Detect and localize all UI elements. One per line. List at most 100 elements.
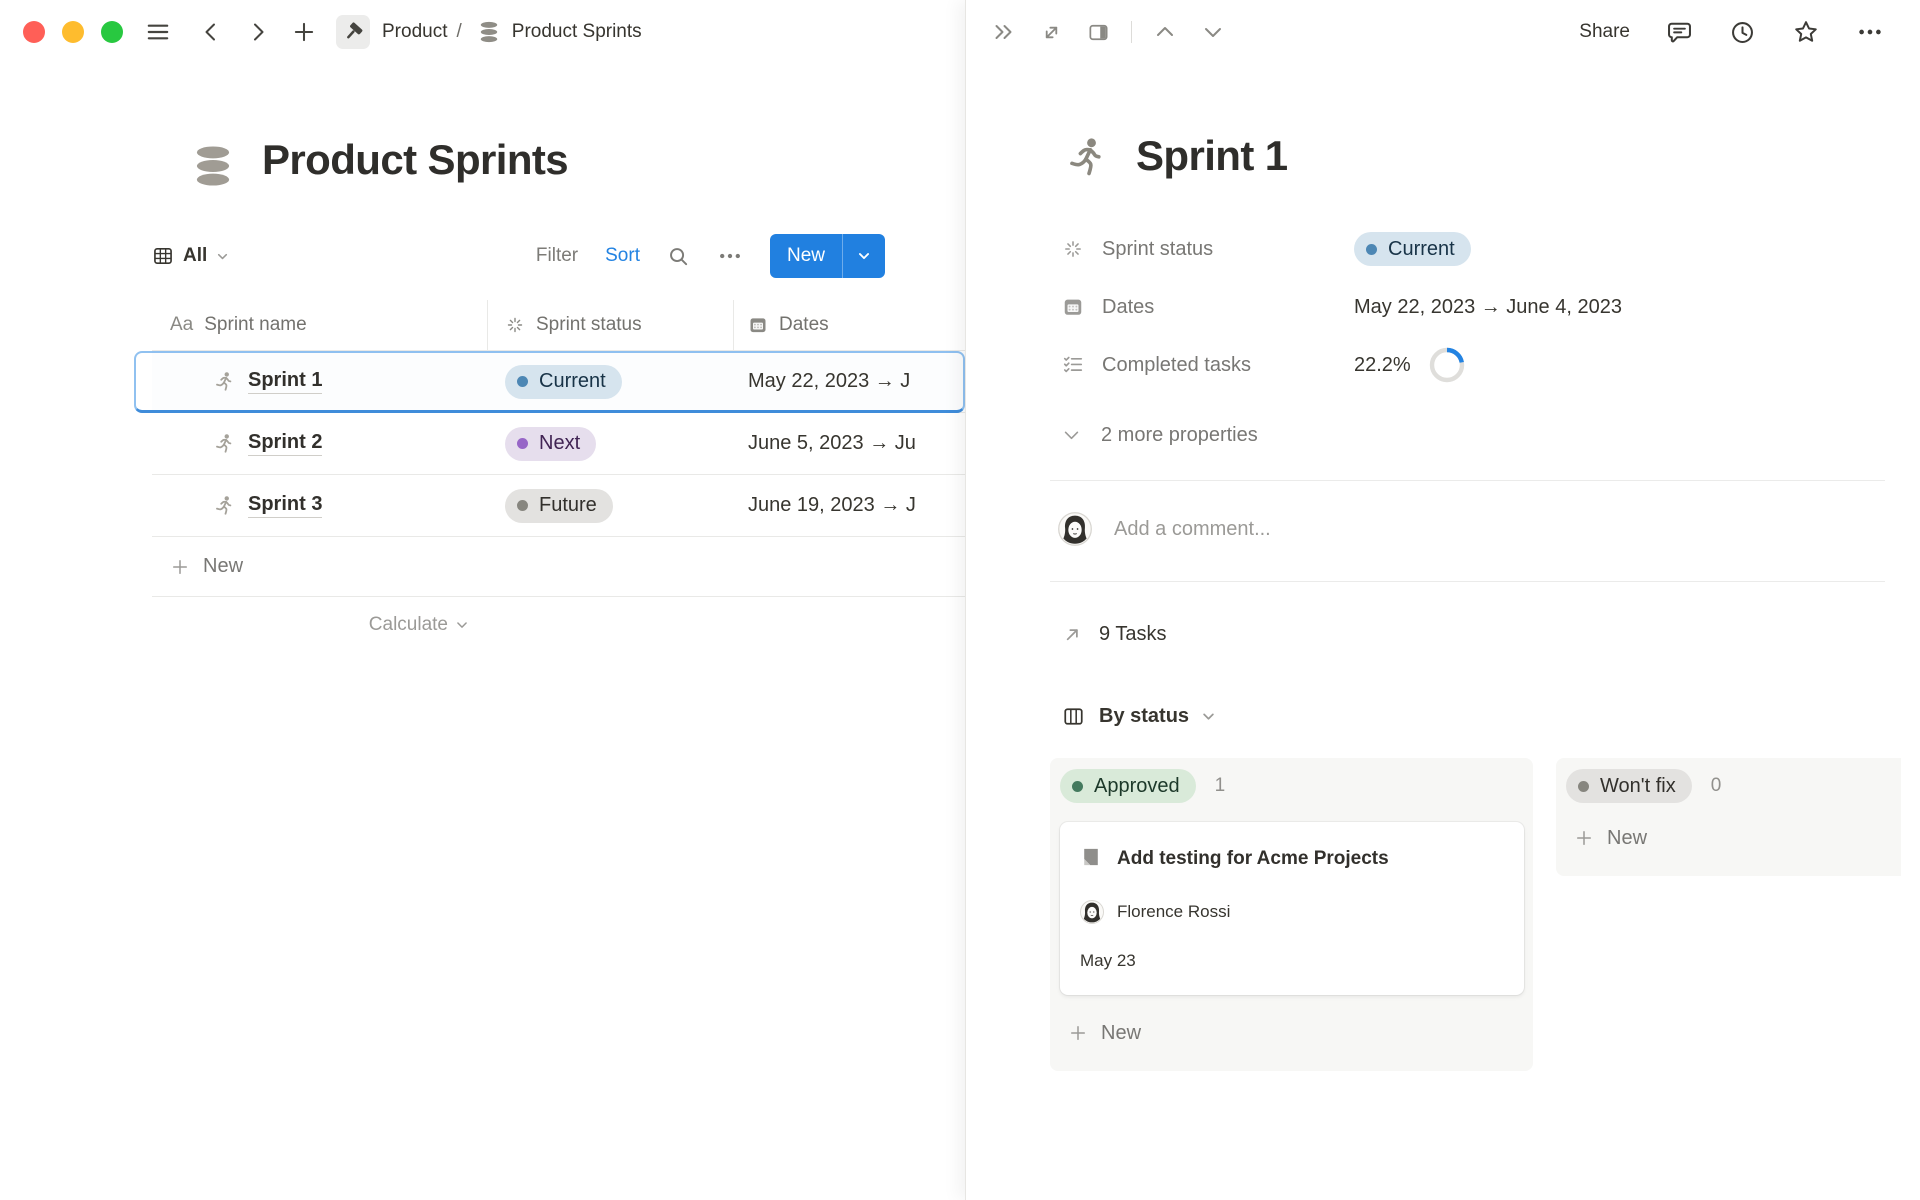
new-card-label: New	[1607, 827, 1647, 850]
sort-button[interactable]: Sort	[605, 245, 640, 267]
board-view-selector[interactable]: By status	[1062, 696, 1885, 736]
database-icon	[477, 20, 501, 44]
record-header: Sprint 1	[1062, 132, 1885, 182]
task-card[interactable]: Add testing for Acme Projects Florence R…	[1060, 822, 1524, 995]
more-options-icon[interactable]	[1856, 18, 1884, 46]
sprint-status-cell[interactable]: Current	[487, 365, 733, 399]
property-label: Completed tasks	[1102, 354, 1354, 377]
user-avatar	[1058, 512, 1092, 546]
column-header-sprint-status[interactable]: Sprint status	[487, 314, 733, 336]
comment-input[interactable]: Add a comment...	[1114, 518, 1271, 541]
status-tag[interactable]: Future	[505, 489, 613, 523]
new-button-label[interactable]: New	[770, 234, 842, 278]
dates-cell[interactable]: June 19, 2023 → J	[733, 494, 965, 517]
sprint-name-cell[interactable]: Sprint 2	[152, 431, 487, 456]
page-title: Product Sprints	[262, 136, 568, 184]
group-label: Approved	[1094, 775, 1180, 798]
status-label: Next	[539, 432, 580, 455]
table-row-sprint-3[interactable]: Sprint 3 Future June 19, 2023 → J	[152, 475, 965, 537]
property-sprint-status[interactable]: Sprint status Current	[1062, 220, 1885, 278]
table-row-sprint-2[interactable]: Sprint 2 Next June 5, 2023 → Ju	[152, 413, 965, 475]
board-new-card-button[interactable]: New	[1060, 1016, 1524, 1050]
fullscreen-window-button[interactable]	[101, 21, 123, 43]
calculate-button[interactable]: Calculate	[152, 614, 487, 636]
sprint-title[interactable]: Sprint 1	[248, 369, 322, 394]
column-header-sprint-name[interactable]: Aa Sprint name	[152, 314, 487, 336]
status-spinner-icon	[1062, 238, 1086, 260]
checklist-icon	[1062, 354, 1086, 376]
more-options-icon[interactable]	[717, 243, 743, 269]
add-comment-row[interactable]: Add a comment...	[1058, 507, 1885, 551]
expand-page-icon[interactable]	[1040, 21, 1063, 44]
add-page-icon[interactable]	[291, 19, 317, 45]
notion-window: Product / Product Sprints Product Sprint…	[0, 0, 1920, 1200]
breadcrumb-parent[interactable]: Product	[382, 21, 447, 43]
status-dot-icon	[1072, 781, 1083, 792]
runner-icon[interactable]	[1062, 132, 1108, 182]
sprint-title[interactable]: Sprint 3	[248, 493, 322, 518]
chevron-down-icon	[455, 618, 469, 632]
card-count: 0	[1711, 775, 1722, 797]
sprint-status-cell[interactable]: Next	[487, 427, 733, 461]
column-header-dates[interactable]: Dates	[733, 314, 965, 336]
table-row-sprint-1[interactable]: Sprint 1 Current May 22, 2023 → J	[152, 351, 965, 413]
dates-cell[interactable]: June 5, 2023 → Ju	[733, 432, 965, 455]
group-tag[interactable]: Won't fix	[1566, 769, 1692, 803]
status-tag[interactable]: Current	[1354, 232, 1471, 266]
plus-icon	[1068, 1023, 1088, 1043]
database-icon[interactable]	[190, 140, 236, 192]
new-dropdown-button[interactable]	[843, 234, 885, 278]
next-record-icon[interactable]	[1201, 20, 1225, 44]
board-view-label: By status	[1099, 705, 1189, 728]
sprint-status-cell[interactable]: Future	[487, 489, 733, 523]
more-properties-label: 2 more properties	[1101, 424, 1258, 447]
search-icon[interactable]	[667, 245, 690, 268]
runner-icon	[212, 494, 235, 517]
hammer-icon[interactable]	[336, 15, 370, 49]
table-new-row-button[interactable]: New	[152, 537, 965, 597]
tasks-link-label[interactable]: 9 Tasks	[1099, 623, 1166, 646]
more-properties-toggle[interactable]: 2 more properties	[1062, 416, 1885, 454]
comments-icon[interactable]	[1666, 19, 1693, 46]
task-title[interactable]: Add testing for Acme Projects	[1117, 846, 1389, 872]
close-window-button[interactable]	[23, 21, 45, 43]
task-assignee: Florence Rossi	[1080, 900, 1504, 924]
status-tag[interactable]: Next	[505, 427, 596, 461]
share-button[interactable]: Share	[1579, 21, 1630, 43]
close-peek-icon[interactable]	[992, 20, 1016, 44]
sidebar-menu-icon[interactable]	[145, 19, 171, 45]
back-icon[interactable]	[199, 20, 223, 44]
updates-clock-icon[interactable]	[1729, 19, 1756, 46]
property-completed-tasks[interactable]: Completed tasks 22.2%	[1062, 336, 1885, 394]
property-dates[interactable]: Dates May 22, 2023 → June 4, 2023	[1062, 278, 1885, 336]
view-tab-all[interactable]: All	[152, 245, 229, 267]
board-column-header[interactable]: Approved 1	[1060, 769, 1524, 803]
page-header: Product Sprints	[190, 136, 568, 192]
toolbar-divider	[1131, 21, 1132, 43]
dates-cell[interactable]: May 22, 2023 → J	[733, 370, 965, 393]
breadcrumb-current[interactable]: Product Sprints	[512, 21, 642, 43]
previous-record-icon[interactable]	[1153, 20, 1177, 44]
sprint-name-cell[interactable]: Sprint 1	[152, 369, 487, 394]
board-column-header[interactable]: Won't fix 0	[1566, 769, 1901, 803]
date-range-value[interactable]: May 22, 2023 → June 4, 2023	[1354, 296, 1622, 319]
page-icon	[1080, 846, 1102, 868]
chevron-down-icon	[216, 250, 229, 263]
tasks-link[interactable]: 9 Tasks	[1062, 614, 1885, 654]
group-tag[interactable]: Approved	[1060, 769, 1196, 803]
record-title[interactable]: Sprint 1	[1136, 132, 1288, 180]
window-topbar: Product / Product Sprints	[0, 0, 642, 64]
sprint-title[interactable]: Sprint 2	[248, 431, 322, 456]
filter-button[interactable]: Filter	[536, 245, 578, 267]
status-tag[interactable]: Current	[505, 365, 622, 399]
favorite-star-icon[interactable]	[1792, 18, 1820, 46]
status-dot-icon	[517, 500, 528, 511]
new-button[interactable]: New	[770, 234, 885, 278]
sprint-name-cell[interactable]: Sprint 3	[152, 493, 487, 518]
minimize-window-button[interactable]	[62, 21, 84, 43]
arrow-up-right-icon	[1062, 624, 1083, 645]
side-peek-mode-icon[interactable]	[1087, 21, 1110, 44]
board-column-wont-fix: Won't fix 0 New	[1556, 758, 1901, 876]
forward-icon[interactable]	[246, 20, 270, 44]
board-new-card-button[interactable]: New	[1566, 821, 1901, 855]
